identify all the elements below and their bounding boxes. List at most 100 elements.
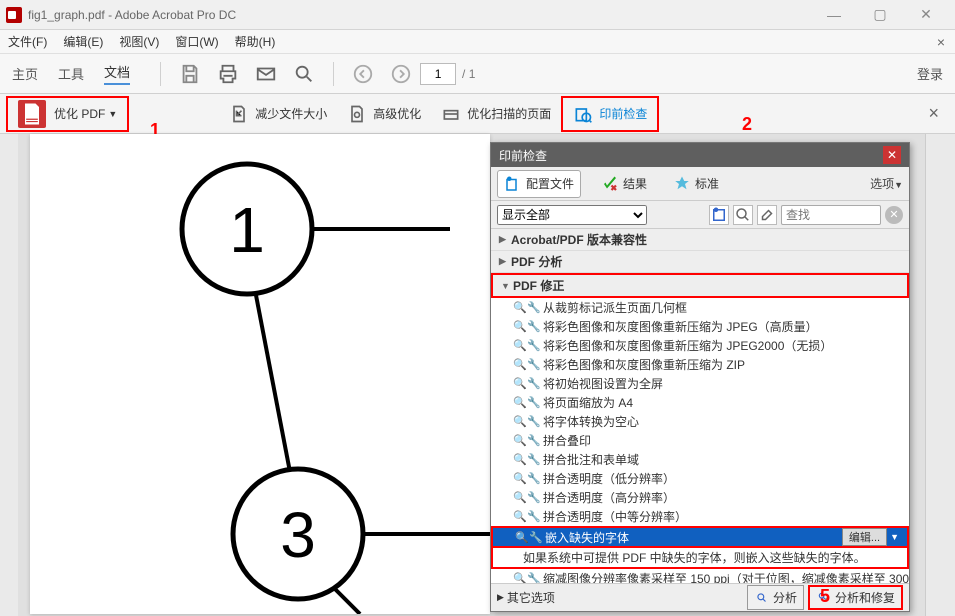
panel-tabs: 配置文件 结果 标准 选项▼ — [491, 167, 909, 201]
next-page-icon[interactable] — [390, 63, 412, 85]
separator — [333, 62, 334, 86]
menu-help[interactable]: 帮助(H) — [235, 33, 276, 50]
menu-file[interactable]: 文件(F) — [8, 33, 47, 50]
tree-row[interactable]: 🔍🔧拼合透明度（中等分辨率） — [491, 507, 909, 526]
close-button[interactable]: ✕ — [903, 0, 949, 30]
chevron-down-icon: ▼ — [108, 109, 117, 119]
tree-row[interactable]: 🔍🔧将彩色图像和灰度图像重新压缩为 JPEG（高质量） — [491, 317, 909, 336]
advanced-optimize-icon — [347, 104, 367, 124]
preflight-icon — [573, 104, 593, 124]
chevron-down-icon[interactable]: ▼ — [890, 532, 899, 542]
menu-view[interactable]: 视图(V) — [119, 33, 159, 50]
row-icons: 🔍🔧 — [513, 320, 541, 334]
tab-standards-label: 标准 — [695, 175, 719, 192]
standards-icon — [673, 175, 691, 193]
tab-tools[interactable]: 工具 — [58, 64, 84, 83]
preflight-panel: 印前检查 ✕ 配置文件 结果 标准 选项▼ 显示全部 ✕ ▶Acrobat/PD… — [490, 142, 910, 612]
clear-search-icon[interactable]: ✕ — [885, 206, 903, 224]
row-description: 如果系统中可提供 PDF 中缺失的字体，则嵌入这些缺失的字体。 — [491, 548, 909, 569]
window-controls: — ▢ ✕ — [811, 0, 949, 30]
close-subtoolbar-icon[interactable]: × — [928, 103, 939, 124]
row-label: 拼合透明度（中等分辨率） — [543, 508, 687, 525]
row-icons: 🔍🔧 — [513, 434, 541, 448]
tree-row[interactable]: 🔍🔧将彩色图像和灰度图像重新压缩为 ZIP — [491, 355, 909, 374]
analyze-label: 分析 — [773, 589, 797, 606]
menubar-close-icon[interactable]: × — [937, 34, 945, 50]
window-title: fig1_graph.pdf - Adobe Acrobat Pro DC — [28, 8, 236, 22]
menu-edit[interactable]: 编辑(E) — [63, 33, 103, 50]
group-fixups[interactable]: ▼PDF 修正 — [491, 273, 909, 298]
edit-button[interactable]: 编辑... — [842, 528, 887, 546]
search-icon[interactable] — [293, 63, 315, 85]
app-icon — [6, 7, 22, 23]
minimize-button[interactable]: — — [811, 0, 857, 30]
panel-title: 印前检查 — [499, 147, 547, 164]
tree-row[interactable]: 🔍🔧从裁剪标记派生页面几何框 — [491, 298, 909, 317]
login-link[interactable]: 登录 — [917, 64, 943, 83]
maximize-button[interactable]: ▢ — [857, 0, 903, 30]
preflight-button[interactable]: 印前检查 — [561, 96, 659, 132]
main-toolbar: 主页 工具 文档 / 1 登录 — [0, 54, 955, 94]
tab-home[interactable]: 主页 — [12, 64, 38, 83]
panel-filter-bar: 显示全部 ✕ — [491, 201, 909, 229]
row-label: 将字体转换为空心 — [543, 413, 639, 430]
tree-row[interactable]: 🔍🔧将彩色图像和灰度图像重新压缩为 JPEG2000（无损） — [491, 336, 909, 355]
titlebar: fig1_graph.pdf - Adobe Acrobat Pro DC — … — [0, 0, 955, 30]
panel-close-button[interactable]: ✕ — [883, 146, 901, 164]
analyze-button[interactable]: 分析 — [747, 585, 804, 610]
group-analysis[interactable]: ▶PDF 分析 — [491, 251, 909, 273]
row-icons: 🔍🔧 — [513, 491, 541, 505]
tab-profiles[interactable]: 配置文件 — [497, 170, 581, 198]
row-label: 拼合透明度（高分辨率） — [543, 489, 675, 506]
tree-row[interactable]: 🔍🔧将字体转换为空心 — [491, 412, 909, 431]
tree-row[interactable]: 🔍🔧拼合叠印 — [491, 431, 909, 450]
separator — [160, 62, 161, 86]
right-sidebar-strip[interactable] — [925, 134, 955, 616]
reduce-size-label: 减少文件大小 — [255, 105, 327, 122]
row-label: 将彩色图像和灰度图像重新压缩为 ZIP — [543, 356, 745, 373]
reduce-size-button[interactable]: 减少文件大小 — [219, 99, 337, 129]
tree-row[interactable]: 🔍🔧拼合透明度（低分辨率） — [491, 469, 909, 488]
filter-icon-3[interactable] — [757, 205, 777, 225]
analyze-icon — [754, 591, 770, 605]
tab-results[interactable]: 结果 — [595, 171, 653, 197]
row-label: 拼合透明度（低分辨率） — [543, 470, 675, 487]
page-input[interactable] — [420, 63, 456, 85]
left-sidebar-strip[interactable] — [0, 134, 18, 616]
row-icons: 🔍🔧 — [513, 453, 541, 467]
filter-icon-1[interactable] — [709, 205, 729, 225]
panel-titlebar[interactable]: 印前检查 ✕ — [491, 143, 909, 167]
mail-icon[interactable] — [255, 63, 277, 85]
tab-document[interactable]: 文档 — [104, 62, 130, 85]
row-icons: 🔍🔧 — [513, 415, 541, 429]
filter-icon-2[interactable] — [733, 205, 753, 225]
tree-row[interactable]: 🔍🔧拼合批注和表单域 — [491, 450, 909, 469]
preflight-label: 印前检查 — [599, 105, 647, 122]
page-total: / 1 — [462, 67, 475, 81]
tree-row[interactable]: 🔍🔧缩减图像分辨率像素采样至 150 ppi（对于位图，缩减像素采样至 300 … — [491, 569, 909, 583]
prev-page-icon[interactable] — [352, 63, 374, 85]
optimize-pdf-button[interactable]: 优化 PDF ▼ — [6, 96, 129, 132]
menu-window[interactable]: 窗口(W) — [175, 33, 218, 50]
tree-row[interactable]: 🔍🔧拼合透明度（高分辨率） — [491, 488, 909, 507]
tab-standards[interactable]: 标准 — [667, 171, 725, 197]
print-icon[interactable] — [217, 63, 239, 85]
row-icons: 🔍🔧 — [513, 572, 541, 584]
annotation-5: 5 — [820, 586, 830, 607]
row-icons: 🔍🔧 — [513, 510, 541, 524]
pdf-page[interactable]: 1 3 — [30, 134, 490, 614]
optimize-scan-label: 优化扫描的页面 — [467, 105, 551, 122]
optimize-scan-button[interactable]: 优化扫描的页面 — [431, 99, 561, 129]
search-input[interactable] — [781, 205, 881, 225]
group-compat[interactable]: ▶Acrobat/PDF 版本兼容性 — [491, 229, 909, 251]
save-icon[interactable] — [179, 63, 201, 85]
other-options-dropdown[interactable]: ▶其它选项 — [497, 589, 555, 606]
tree-row[interactable]: 🔍🔧将初始视图设置为全屏 — [491, 374, 909, 393]
tree-row[interactable]: 🔍🔧将页面缩放为 A4 — [491, 393, 909, 412]
filter-select[interactable]: 显示全部 — [497, 205, 647, 225]
row-icons: 🔍🔧 — [515, 530, 543, 544]
advanced-optimize-button[interactable]: 高级优化 — [337, 99, 431, 129]
row-embed-missing-fonts[interactable]: 🔍🔧 嵌入缺失的字体 编辑... ▼ — [491, 526, 909, 548]
results-icon — [601, 175, 619, 193]
panel-options-dropdown[interactable]: 选项▼ — [870, 175, 903, 192]
